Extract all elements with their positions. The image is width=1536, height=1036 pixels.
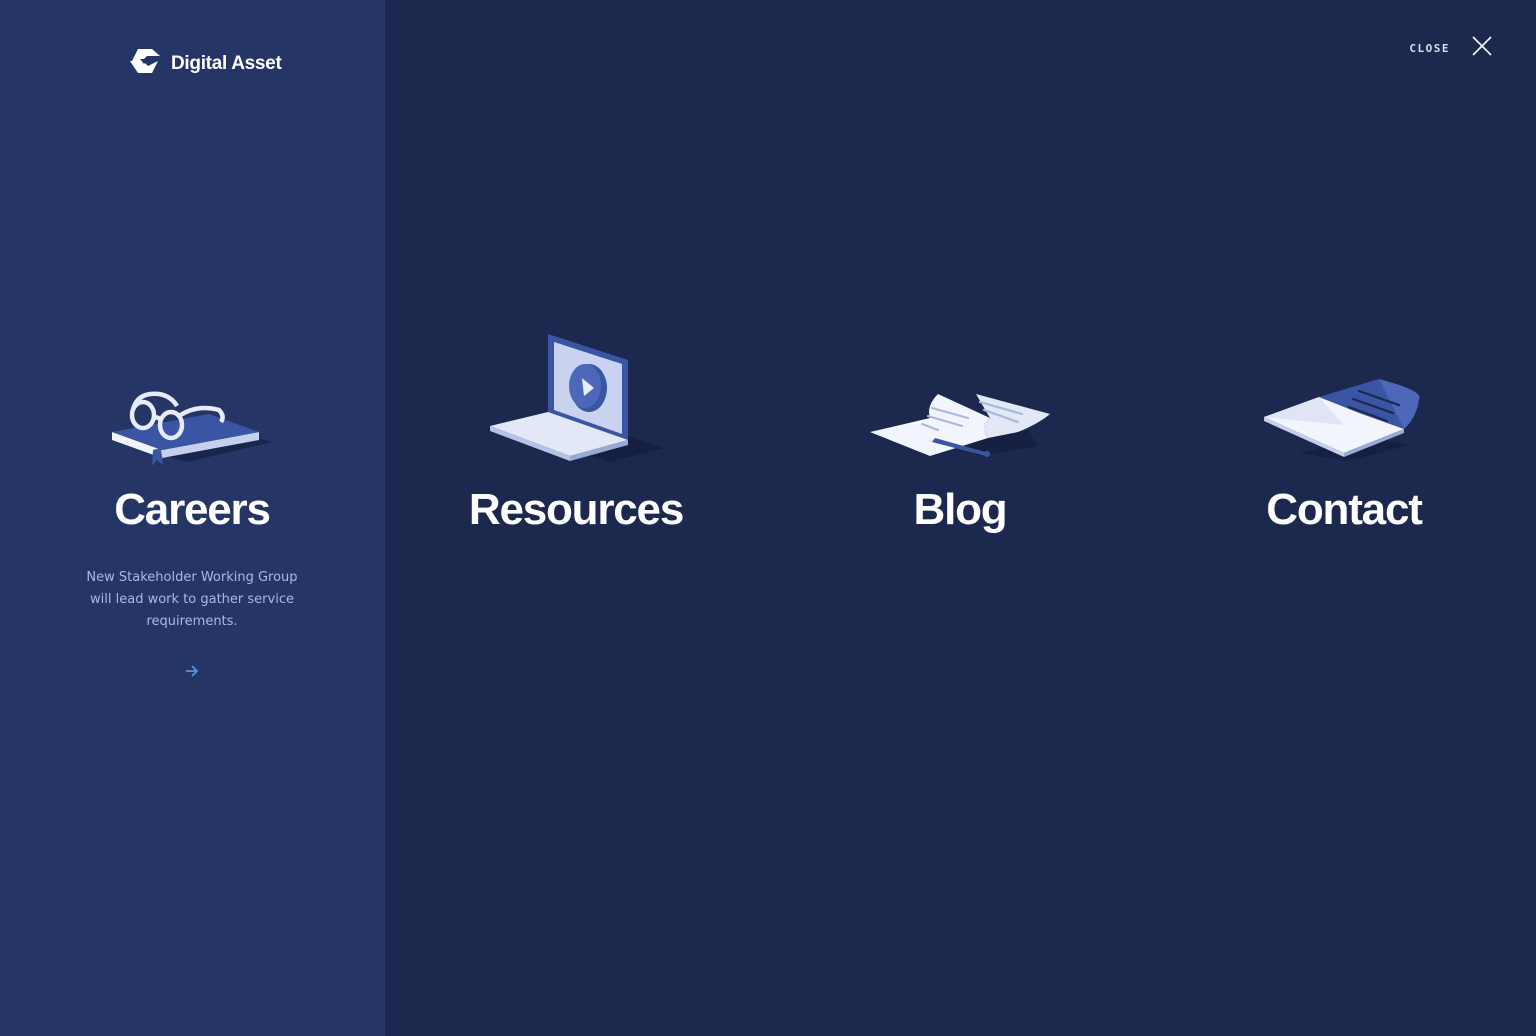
menu-item-blog[interactable]: Blog	[768, 320, 1152, 535]
envelope-letter-icon	[1244, 320, 1444, 465]
arrow-right-icon[interactable]	[184, 663, 200, 679]
menu-item-resources[interactable]: Resources	[384, 320, 768, 535]
menu-item-label: Careers	[114, 485, 271, 534]
main-menu: Careers New Stakeholder Working Group wi…	[0, 0, 1536, 1036]
menu-item-contact[interactable]: Contact	[1152, 320, 1536, 535]
menu-item-label: Contact	[1266, 485, 1423, 534]
navigation-overlay: Digital Asset CLOSE Careers New Stakehol…	[0, 0, 1536, 1036]
book-glasses-icon	[92, 320, 292, 465]
menu-item-label: Blog	[913, 485, 1008, 534]
document-pen-icon	[860, 320, 1060, 465]
menu-item-description: New Stakeholder Working Group will lead …	[86, 570, 298, 629]
menu-item-label: Resources	[468, 485, 684, 534]
menu-item-careers[interactable]: Careers New Stakeholder Working Group wi…	[0, 320, 384, 679]
laptop-video-icon	[476, 320, 676, 465]
